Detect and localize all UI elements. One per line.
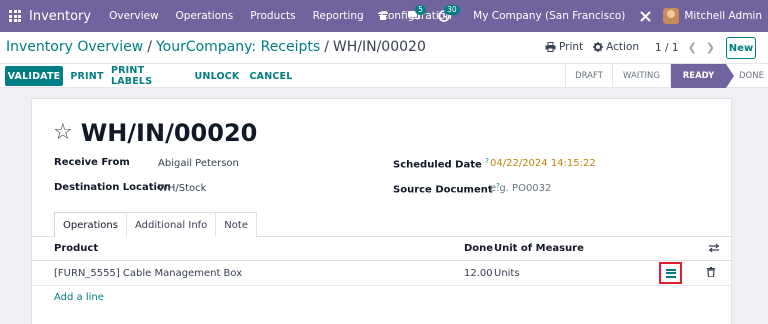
menu-overview[interactable]: Overview (109, 10, 158, 22)
menu-products[interactable]: Products (250, 10, 295, 22)
breadcrumb: Inventory Overview / YourCompany: Receipts… (6, 39, 426, 55)
help-mark[interactable]: ? (485, 157, 489, 165)
form-sheet: ☆ WH/IN/00020 Receive From Abigail Peter… (31, 98, 732, 324)
gear-icon (593, 42, 604, 52)
chat-icon[interactable]: 5 (401, 0, 426, 32)
menu-operations[interactable]: Operations (176, 10, 234, 22)
action-label: Action (606, 41, 640, 53)
source-document-text: Source Document (393, 184, 493, 196)
print-labels-button[interactable]: PRINT LABELS (111, 65, 187, 87)
cell-unit-of-measure[interactable]: Units (494, 268, 520, 279)
user-name: Mitchell Admin (684, 10, 762, 22)
scheduled-date-text: Scheduled Date (393, 159, 482, 171)
notebook-tabs: Operations Additional Info Note (54, 212, 257, 237)
table-row[interactable]: [FURN_5555] Cable Management Box 12.00 U… (32, 261, 731, 286)
pager-value[interactable]: 1 / 1 (655, 42, 679, 54)
scheduled-date-field[interactable]: 04/22/2024 14:15:22 (490, 158, 596, 169)
debug-tools-icon[interactable] (637, 0, 653, 32)
breadcrumb-current: WH/IN/00020 (332, 39, 426, 55)
scheduled-date-label: Scheduled Date ? (393, 157, 489, 170)
stage-pipeline: DRAFT WAITING READY DONE (565, 64, 768, 88)
table-header: Product Done Unit of Measure (32, 237, 731, 261)
cancel-button[interactable]: CANCEL (247, 66, 295, 86)
print-button[interactable]: Print (545, 41, 583, 53)
breadcrumb-separator: / (324, 39, 329, 55)
column-unit-of-measure[interactable]: Unit of Measure (494, 243, 584, 254)
source-document-field[interactable]: e.g. PO0032 (490, 183, 551, 194)
stage-waiting: WAITING (612, 64, 670, 88)
chevron-right-icon[interactable]: ❯ (706, 41, 715, 54)
printer-icon (545, 42, 556, 52)
company-switcher[interactable]: My Company (San Francisco) (473, 10, 625, 22)
column-product[interactable]: Product (54, 243, 98, 254)
record-title: WH/IN/00020 (80, 119, 258, 147)
user-menu[interactable]: Mitchell Admin (663, 8, 762, 24)
new-button[interactable]: New (726, 37, 756, 59)
validate-button[interactable]: VALIDATE (5, 66, 63, 86)
activity-badge: 30 (444, 5, 460, 15)
chat-badge: 5 (415, 5, 426, 15)
cell-product[interactable]: [FURN_5555] Cable Management Box (54, 268, 242, 279)
app-switcher-icon[interactable] (4, 10, 26, 22)
print-status-button[interactable]: PRINT (67, 66, 107, 86)
tab-note[interactable]: Note (215, 212, 257, 237)
breadcrumb-receipts[interactable]: YourCompany: Receipts (156, 39, 320, 55)
trash-icon[interactable] (707, 267, 715, 277)
tab-operations[interactable]: Operations (54, 212, 127, 237)
stage-ready: READY (670, 64, 734, 88)
chevron-left-icon[interactable]: ❮ (688, 41, 697, 54)
star-icon[interactable]: ☆ (53, 122, 73, 144)
receive-from-label: Receive From (54, 157, 130, 168)
title-row: ☆ WH/IN/00020 (53, 119, 257, 147)
column-done[interactable]: Done (464, 243, 493, 254)
list-icon (665, 268, 676, 278)
status-bar: VALIDATE PRINT PRINT LABELS UNLOCK CANCE… (0, 64, 768, 88)
receive-from-field[interactable]: Abigail Peterson (158, 158, 239, 169)
pager: 1 / 1 ❮ ❯ (655, 41, 715, 54)
stage-draft: DRAFT (565, 64, 612, 88)
tab-additional-info[interactable]: Additional Info (125, 212, 217, 237)
cell-done[interactable]: 12.00 (464, 268, 493, 279)
phone-icon[interactable] (371, 0, 395, 32)
destination-location-field[interactable]: WH/Stock (158, 183, 206, 194)
app-name[interactable]: Inventory (29, 9, 91, 24)
action-button[interactable]: Action (593, 41, 639, 53)
breadcrumb-separator: / (147, 39, 152, 55)
detailed-operations-button[interactable] (659, 262, 682, 284)
destination-location-label: Destination Location (54, 182, 171, 193)
top-navbar: Inventory Overview Operations Products R… (0, 0, 768, 32)
source-document-label: Source Document ? (393, 182, 500, 195)
optional-columns-icon[interactable] (709, 243, 719, 253)
add-line-link[interactable]: Add a line (54, 292, 104, 303)
unlock-button[interactable]: UNLOCK (191, 66, 243, 86)
menu-reporting[interactable]: Reporting (313, 10, 364, 22)
breadcrumb-inventory-overview[interactable]: Inventory Overview (6, 39, 143, 55)
print-label: Print (559, 41, 584, 53)
control-panel: Inventory Overview / YourCompany: Receipts… (0, 32, 768, 64)
record-actions: Print Action (545, 41, 639, 53)
avatar (663, 8, 680, 24)
clock-icon[interactable]: 30 (431, 0, 460, 32)
